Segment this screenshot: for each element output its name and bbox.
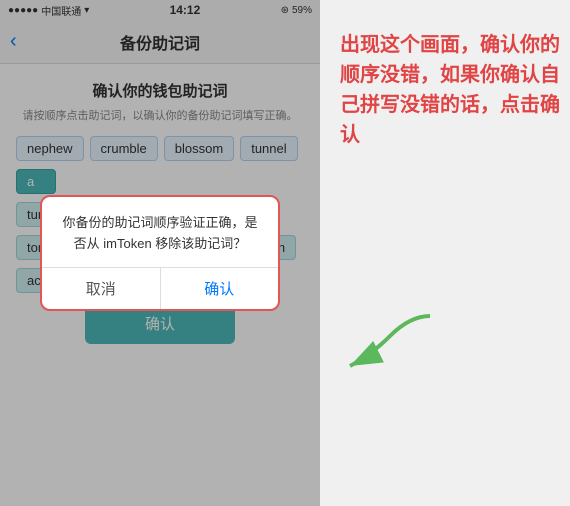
- dialog-box: 你备份的助记词顺序验证正确，是否从 imToken 移除该助记词？ 取消 确认: [40, 195, 280, 311]
- arrow-icon: [330, 306, 450, 386]
- phone-screen: ●●●●● 中国联通 ▾ 14:12 ⊛ 59% ‹ 备份助记词 确认你的钱包助…: [0, 0, 320, 506]
- dialog-cancel-button[interactable]: 取消: [42, 268, 161, 309]
- dialog-overlay: 你备份的助记词顺序验证正确，是否从 imToken 移除该助记词？ 取消 确认: [0, 0, 320, 506]
- dialog-body: 你备份的助记词顺序验证正确，是否从 imToken 移除该助记词？: [42, 197, 278, 267]
- dialog-actions: 取消 确认: [42, 267, 278, 309]
- annotation-text: 出现这个画面，确认你的顺序没错，如果你确认自己拼写没错的话，点击确认: [340, 30, 560, 150]
- annotation-area: 出现这个画面，确认你的顺序没错，如果你确认自己拼写没错的话，点击确认: [320, 0, 570, 506]
- dialog-confirm-button[interactable]: 确认: [161, 268, 279, 309]
